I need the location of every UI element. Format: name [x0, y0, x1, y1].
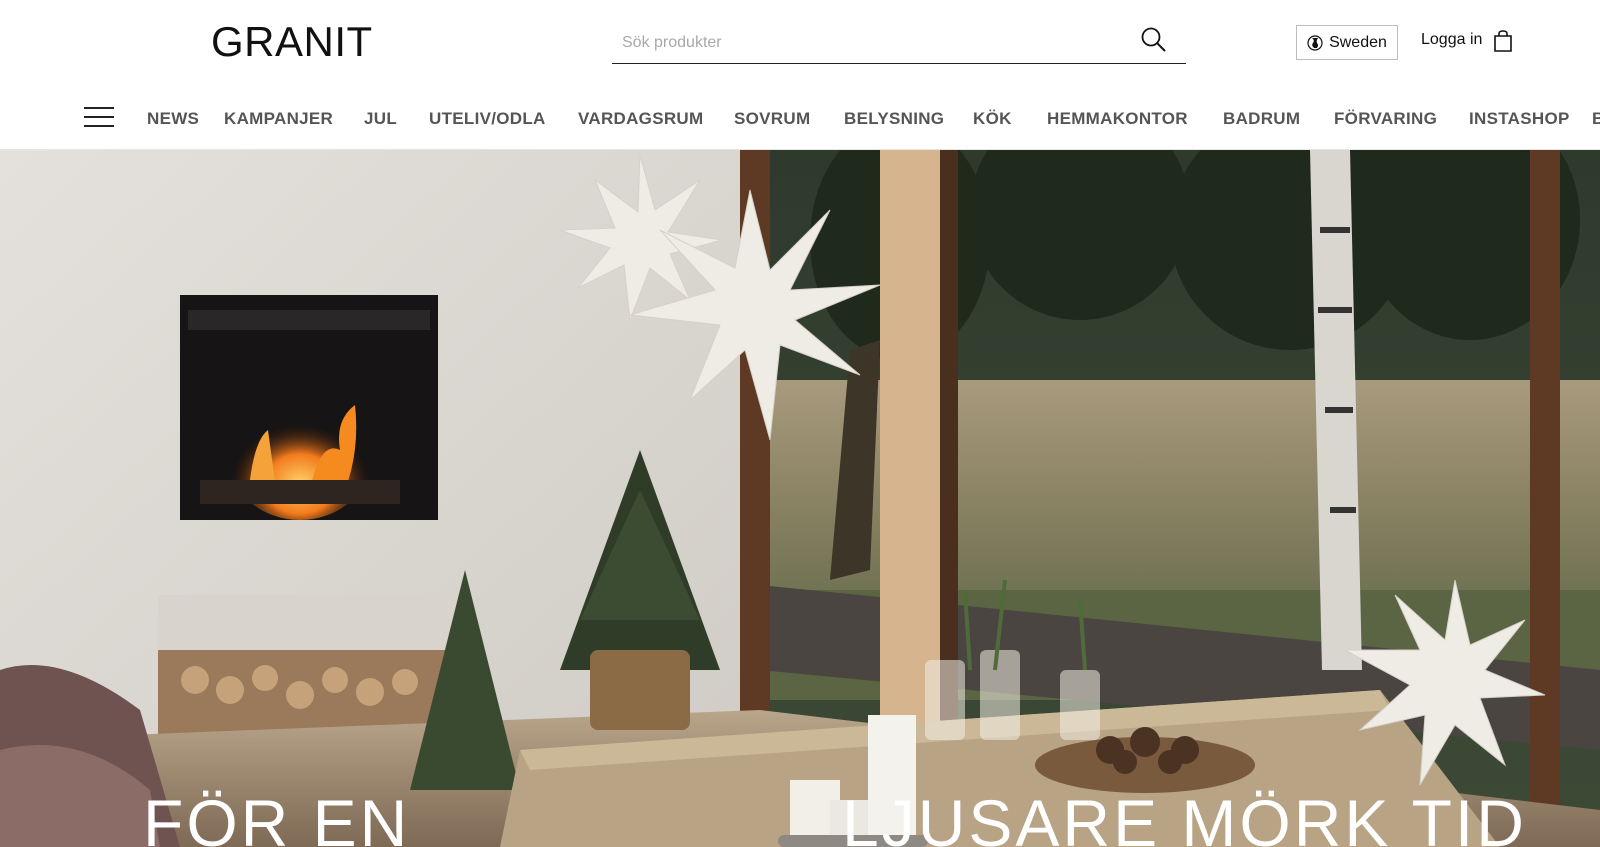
site-header: GRANIT Sweden Logga in — [0, 0, 1600, 86]
nav-item-news[interactable]: NEWS — [147, 109, 199, 129]
hero-headline-left: FÖR EN — [143, 786, 411, 847]
search-bar — [612, 22, 1186, 64]
nav-item-vardagsrum[interactable]: VARDAGSRUM — [578, 109, 703, 129]
nav-item-forvaring[interactable]: FÖRVARING — [1334, 109, 1437, 129]
nav-item-jul[interactable]: JUL — [364, 109, 397, 129]
nav-item-badrum[interactable]: BADRUM — [1223, 109, 1300, 129]
hero-banner[interactable]: FÖR EN LJUSARE MÖRK TID — [0, 150, 1600, 847]
shopping-bag-icon[interactable] — [1492, 29, 1514, 53]
hero-image — [0, 150, 1600, 847]
nav-item-uteliv-odla[interactable]: UTELIV/ODLA — [429, 109, 546, 129]
nav-item-overflow[interactable]: B — [1592, 109, 1600, 129]
hamburger-icon[interactable] — [84, 107, 114, 129]
nav-item-hemmakontor[interactable]: HEMMAKONTOR — [1047, 109, 1188, 129]
hero-headline-right: LJUSARE MÖRK TID — [842, 786, 1527, 847]
nav-item-instashop[interactable]: INSTASHOP — [1469, 109, 1570, 129]
nav-item-belysning[interactable]: BELYSNING — [844, 109, 944, 129]
login-link[interactable]: Logga in — [1421, 31, 1482, 49]
search-icon[interactable] — [1140, 26, 1168, 54]
nav-item-kok[interactable]: KÖK — [973, 109, 1012, 129]
nav-item-kampanjer[interactable]: KAMPANJER — [224, 109, 333, 129]
site-logo[interactable]: GRANIT — [211, 18, 373, 66]
globe-icon — [1307, 34, 1323, 51]
region-selector-button[interactable]: Sweden — [1296, 25, 1398, 60]
region-label: Sweden — [1329, 33, 1387, 51]
search-input[interactable] — [622, 28, 1122, 58]
main-navigation: NEWS KAMPANJER JUL UTELIV/ODLA VARDAGSRU… — [0, 86, 1600, 150]
nav-item-sovrum[interactable]: SOVRUM — [734, 109, 810, 129]
